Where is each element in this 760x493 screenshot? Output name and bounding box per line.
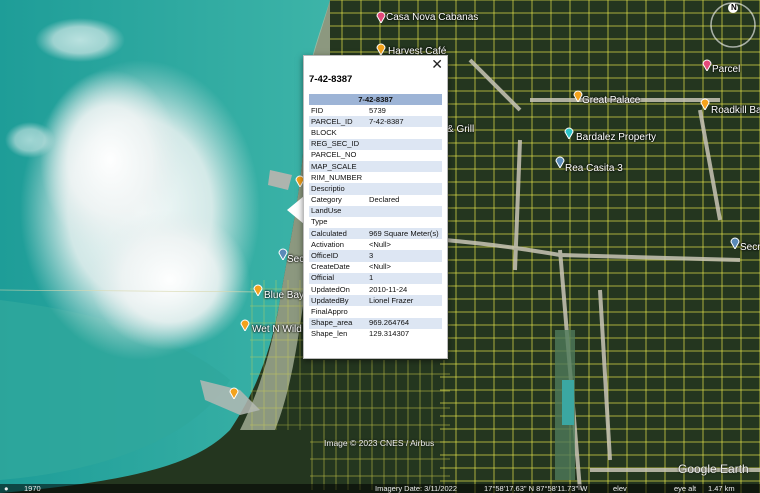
blue-pin-icon[interactable] xyxy=(555,155,565,173)
table-row: Activation <Null> xyxy=(309,239,442,250)
attribute-name: PARCEL_NO xyxy=(311,150,357,160)
attribute-value xyxy=(367,150,442,161)
table-row: PARCEL_NO xyxy=(309,150,442,161)
imagery-date: Imagery Date: 3/11/2022 xyxy=(375,484,457,493)
google-earth-logo: Google Earth xyxy=(678,462,749,476)
timeline-year[interactable]: 1970 xyxy=(24,484,41,493)
table-row: RIM_NUMBER xyxy=(309,172,442,183)
placemark-label[interactable]: Rea Casita 3 xyxy=(565,163,623,174)
placemark-label[interactable]: Casa Nova Cabanas xyxy=(386,12,478,23)
table-row: Type xyxy=(309,217,442,228)
balloon-title: 7-42-8387 xyxy=(309,74,353,85)
attribute-name: FID xyxy=(311,105,324,115)
attribute-name: BLOCK xyxy=(311,127,337,137)
placemark-label[interactable]: Great Palace xyxy=(582,95,640,106)
attribute-name: UpdatedOn xyxy=(311,284,350,294)
image-credit: Image © 2023 CNES / Airbus xyxy=(324,438,435,448)
eye-altitude-label: eye alt xyxy=(674,484,697,493)
attribute-value xyxy=(367,217,442,228)
placemark-label[interactable]: Bardalez Property xyxy=(576,132,656,143)
close-icon[interactable]: ✕ xyxy=(431,57,443,71)
table-row: BLOCK xyxy=(309,127,442,138)
attribute-value: 129.314307 xyxy=(369,329,410,339)
status-bar: ● 1970 Imagery Date: 3/11/2022 17°58'17.… xyxy=(0,484,760,493)
placemark-label[interactable]: Wet N Wild xyxy=(252,324,302,335)
attribute-value: 3 xyxy=(367,250,442,262)
attribute-value: 2010-11-24 xyxy=(369,284,408,294)
placemark-label[interactable]: Sec xyxy=(287,254,304,265)
attribute-name: Shape_area xyxy=(309,317,367,329)
placemark-label[interactable]: Parcel xyxy=(712,64,740,75)
attribute-name: REG_SEC_ID xyxy=(309,138,367,150)
table-row: LandUse xyxy=(309,205,442,217)
attribute-value: <Null> xyxy=(369,239,391,249)
eye-altitude-value: 1.47 km xyxy=(708,484,735,493)
attribute-name: Descriptio xyxy=(309,183,367,195)
attribute-value xyxy=(367,183,442,195)
table-row: FID 5739 xyxy=(309,105,442,116)
blue-pin-icon[interactable] xyxy=(730,236,740,254)
table-row: Shape_area 969.264764 xyxy=(309,317,442,329)
table-row: MAP_SCALE xyxy=(309,160,442,173)
attribute-name: LandUse xyxy=(309,205,367,217)
attribute-name: Shape_len xyxy=(311,329,348,339)
table-row: Shape_len 129.314307 xyxy=(309,329,442,340)
attribute-value xyxy=(367,205,442,217)
table-header: 7-42-8387 xyxy=(309,94,442,105)
attribute-name: RIM_NUMBER xyxy=(311,172,363,182)
attribute-name: Official xyxy=(309,272,367,284)
attribute-value: 969.264764 xyxy=(367,317,442,329)
pink-pin-icon[interactable] xyxy=(702,58,712,76)
elevation-label: elev xyxy=(613,484,627,493)
table-row: Category Declared xyxy=(309,195,442,206)
table-row: UpdatedOn 2010-11-24 xyxy=(309,284,442,295)
attribute-value: Lionel Frazer xyxy=(367,295,442,307)
attribute-value: <Null> xyxy=(369,262,391,272)
attribute-name: Calculated xyxy=(309,228,367,240)
balloon-pointer xyxy=(287,196,304,224)
history-icon[interactable]: ● xyxy=(4,484,9,493)
attribute-value: Declared xyxy=(369,195,400,205)
attribute-value: 7-42-8387 xyxy=(367,116,442,128)
table-row: FinalAppro xyxy=(309,306,442,317)
attribute-name: MAP_SCALE xyxy=(309,160,367,173)
attribute-name: Activation xyxy=(311,239,344,249)
placemark-label[interactable]: Secr xyxy=(740,242,760,253)
attribute-value xyxy=(367,127,442,138)
attribute-value xyxy=(367,172,442,183)
table-row: PARCEL_ID 7-42-8387 xyxy=(309,116,442,128)
attribute-name: Category xyxy=(311,195,342,205)
orange-pin-icon[interactable] xyxy=(700,97,710,115)
attribute-name: FinalAppro xyxy=(311,306,348,316)
parcel-info-balloon: ✕ 7-42-8387 7-42-8387 FID 5739 PARCEL_ID 7-… xyxy=(303,55,448,359)
orange-pin-icon[interactable] xyxy=(229,386,239,404)
coordinates: 17°58'17.63" N 87°58'11.73" W xyxy=(484,484,588,493)
table-row: OfficeID 3 xyxy=(309,250,442,262)
attribute-value xyxy=(367,160,442,173)
attribute-name: UpdatedBy xyxy=(309,295,367,307)
placemark-label[interactable]: Roadkill Bar xyxy=(711,105,760,116)
table-row: REG_SEC_ID xyxy=(309,138,442,150)
attribute-name: CreateDate xyxy=(311,262,350,272)
table-row: UpdatedBy Lionel Frazer xyxy=(309,295,442,307)
attribute-table: 7-42-8387 FID 5739 PARCEL_ID 7-42-8387 BLOCK… xyxy=(309,94,442,340)
attribute-value: 1 xyxy=(367,272,442,284)
attribute-value xyxy=(367,306,442,317)
attribute-value: 969 Square Meter(s) xyxy=(367,228,442,240)
table-row: Calculated 969 Square Meter(s) xyxy=(309,228,442,240)
table-row: Descriptio xyxy=(309,183,442,195)
compass-north-label: N xyxy=(731,3,737,12)
attribute-value xyxy=(367,138,442,150)
attribute-name: Type xyxy=(311,217,328,227)
orange-pin-icon[interactable] xyxy=(253,283,263,301)
teal-pin-icon[interactable] xyxy=(564,126,574,144)
table-row: CreateDate <Null> xyxy=(309,262,442,273)
attribute-value: 5739 xyxy=(369,105,386,115)
pink-pin-icon[interactable] xyxy=(376,10,386,28)
table-row: Official 1 xyxy=(309,272,442,284)
orange-pin-icon[interactable] xyxy=(240,318,250,336)
attribute-name: PARCEL_ID xyxy=(309,116,367,128)
placemark-label[interactable]: & Grill xyxy=(447,124,474,135)
attribute-name: OfficeID xyxy=(309,250,367,262)
